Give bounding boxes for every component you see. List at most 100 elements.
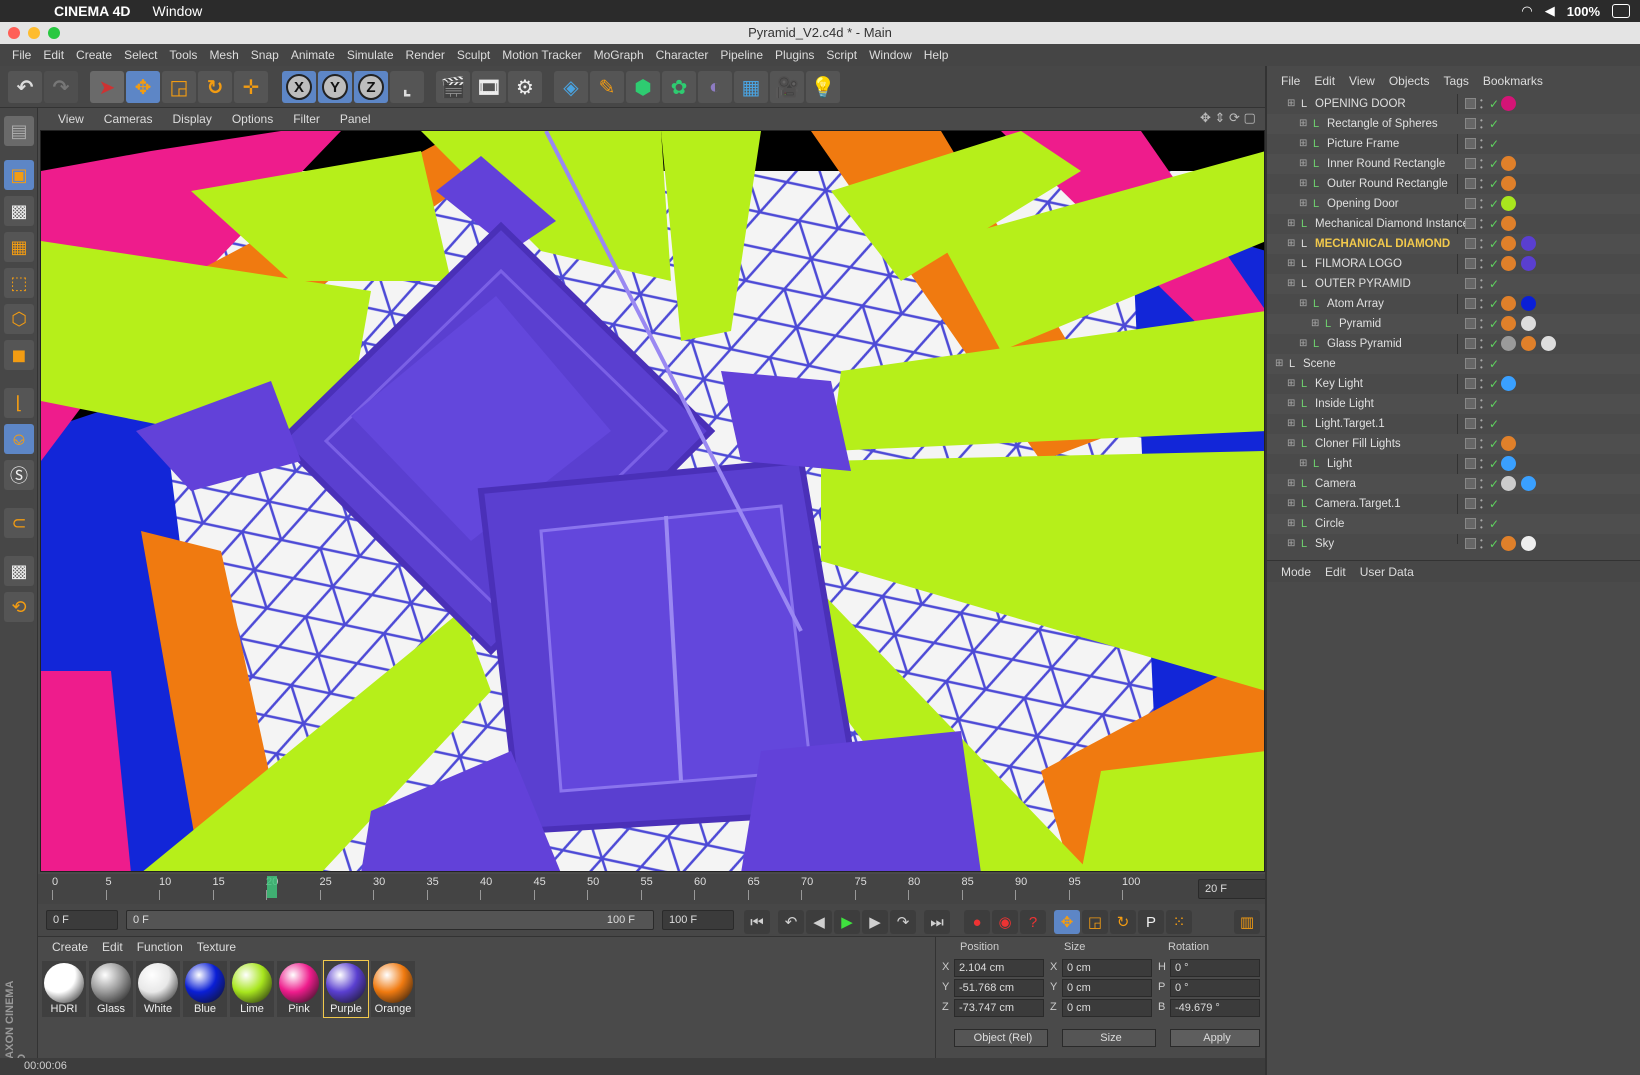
object-menu-file[interactable]: File xyxy=(1281,74,1300,88)
object-row[interactable]: ⊞ L Light.Target.1 • • ✓ xyxy=(1267,414,1640,434)
texture-mode-icon[interactable]: ▩ xyxy=(4,196,34,226)
object-tag-icon[interactable] xyxy=(1521,236,1536,251)
enabled-checkmark-icon[interactable]: ✓ xyxy=(1489,394,1499,414)
object-tag-icon[interactable] xyxy=(1501,156,1516,171)
end-frame-field[interactable]: 100 F xyxy=(662,910,734,930)
menu-pipeline[interactable]: Pipeline xyxy=(720,48,763,62)
menu-help[interactable]: Help xyxy=(924,48,949,62)
expand-toggle-icon[interactable]: ⊞ xyxy=(1287,434,1295,454)
editor-render-visibility-icon[interactable] xyxy=(1465,358,1476,369)
object-row[interactable]: ⊞ L Light • • ✓ xyxy=(1267,454,1640,474)
object-row[interactable]: ⊞ L Key Light • • ✓ xyxy=(1267,374,1640,394)
render-view-icon[interactable]: 🎬 xyxy=(436,71,470,103)
planar-workplane-icon[interactable]: ⟲ xyxy=(4,592,34,622)
enabled-checkmark-icon[interactable]: ✓ xyxy=(1489,434,1499,454)
material-swatch-lime[interactable]: Lime xyxy=(230,961,274,1017)
material-swatch-glass[interactable]: Glass xyxy=(89,961,133,1017)
size-mode-dropdown[interactable]: Size xyxy=(1062,1029,1156,1047)
layer-dots-icon[interactable]: • • xyxy=(1480,417,1483,432)
z-axis-lock-button[interactable]: Z xyxy=(354,71,388,103)
render-settings-icon[interactable]: ⚙ xyxy=(508,71,542,103)
rotate-tool-button[interactable]: ↻ xyxy=(198,71,232,103)
play-button[interactable]: ▶ xyxy=(834,910,860,934)
layer-dots-icon[interactable]: • • xyxy=(1480,317,1483,332)
current-frame-field[interactable]: 20 F xyxy=(1198,879,1268,899)
object-tag-icon[interactable] xyxy=(1501,436,1516,451)
layer-dots-icon[interactable]: • • xyxy=(1480,517,1483,532)
expand-toggle-icon[interactable]: ⊞ xyxy=(1287,394,1295,414)
menu-simulate[interactable]: Simulate xyxy=(347,48,394,62)
enabled-checkmark-icon[interactable]: ✓ xyxy=(1489,454,1499,474)
expand-toggle-icon[interactable]: ⊞ xyxy=(1287,534,1295,554)
expand-toggle-icon[interactable]: ⊞ xyxy=(1287,94,1295,114)
rotation-b-field[interactable]: -49.679 ° xyxy=(1170,999,1260,1017)
previous-key-button[interactable]: ↶ xyxy=(778,910,804,934)
enabled-checkmark-icon[interactable]: ✓ xyxy=(1489,314,1499,334)
undo-button[interactable]: ↶ xyxy=(8,71,42,103)
editor-render-visibility-icon[interactable] xyxy=(1465,338,1476,349)
expand-toggle-icon[interactable]: ⊞ xyxy=(1287,474,1295,494)
record-scale-icon[interactable]: ◲ xyxy=(1082,910,1108,934)
object-tag-icon[interactable] xyxy=(1501,96,1516,111)
object-tag-icon[interactable] xyxy=(1501,236,1516,251)
menu-character[interactable]: Character xyxy=(656,48,709,62)
expand-toggle-icon[interactable]: ⊞ xyxy=(1287,414,1295,434)
object-tag-icon[interactable] xyxy=(1521,476,1536,491)
object-tag-icon[interactable] xyxy=(1501,296,1516,311)
workplane-mode-icon[interactable]: ▦ xyxy=(4,232,34,262)
size-x-field[interactable]: 0 cm xyxy=(1062,959,1152,977)
object-row[interactable]: ⊞ L Cloner Fill Lights • • ✓ xyxy=(1267,434,1640,454)
enabled-checkmark-icon[interactable]: ✓ xyxy=(1489,154,1499,174)
x-axis-lock-button[interactable]: X xyxy=(282,71,316,103)
menu-window[interactable]: Window xyxy=(869,48,912,62)
menu-sculpt[interactable]: Sculpt xyxy=(457,48,490,62)
next-key-button[interactable]: ↷ xyxy=(890,910,916,934)
object-tag-icon[interactable] xyxy=(1521,316,1536,331)
record-rotation-icon[interactable]: ↻ xyxy=(1110,910,1136,934)
layer-dots-icon[interactable]: • • xyxy=(1480,117,1483,132)
editor-render-visibility-icon[interactable] xyxy=(1465,518,1476,529)
attribute-menu-user-data[interactable]: User Data xyxy=(1360,565,1414,579)
cloner-icon[interactable]: ✿ xyxy=(662,71,696,103)
expand-toggle-icon[interactable]: ⊞ xyxy=(1299,114,1307,134)
render-picture-viewer-icon[interactable]: 🎞 xyxy=(472,71,506,103)
expand-toggle-icon[interactable]: ⊞ xyxy=(1299,134,1307,154)
attribute-menu-mode[interactable]: Mode xyxy=(1281,565,1311,579)
battery-icon[interactable] xyxy=(1612,4,1630,18)
object-row[interactable]: ⊞ L Outer Round Rectangle • • ✓ xyxy=(1267,174,1640,194)
material-swatch-hdri[interactable]: HDRI xyxy=(42,961,86,1017)
previous-frame-button[interactable]: ◀ xyxy=(806,910,832,934)
layer-dots-icon[interactable]: • • xyxy=(1480,497,1483,512)
editor-render-visibility-icon[interactable] xyxy=(1465,398,1476,409)
editor-render-visibility-icon[interactable] xyxy=(1465,378,1476,389)
menu-create[interactable]: Create xyxy=(76,48,112,62)
layer-dots-icon[interactable]: • • xyxy=(1480,217,1483,232)
expand-toggle-icon[interactable]: ⊞ xyxy=(1299,334,1307,354)
enabled-checkmark-icon[interactable]: ✓ xyxy=(1489,334,1499,354)
rotation-p-field[interactable]: 0 ° xyxy=(1170,979,1260,997)
spline-pen-icon[interactable]: ✎ xyxy=(590,71,624,103)
light-icon[interactable]: 💡 xyxy=(806,71,840,103)
next-frame-button[interactable]: ▶ xyxy=(862,910,888,934)
viewport-menu-panel[interactable]: Panel xyxy=(340,112,371,126)
enabled-checkmark-icon[interactable]: ✓ xyxy=(1489,354,1499,374)
editor-render-visibility-icon[interactable] xyxy=(1465,158,1476,169)
solo-mode-icon[interactable]: Ⓢ xyxy=(4,460,34,490)
size-z-field[interactable]: 0 cm xyxy=(1062,999,1152,1017)
object-row[interactable]: ⊞ L MECHANICAL DIAMOND • • ✓ xyxy=(1267,234,1640,254)
object-row[interactable]: ⊞ L Camera • • ✓ xyxy=(1267,474,1640,494)
expand-toggle-icon[interactable]: ⊞ xyxy=(1299,194,1307,214)
material-swatch-white[interactable]: White xyxy=(136,961,180,1017)
material-swatch-blue[interactable]: Blue xyxy=(183,961,227,1017)
object-row[interactable]: ⊞ L Pyramid • • ✓ xyxy=(1267,314,1640,334)
y-axis-lock-button[interactable]: Y xyxy=(318,71,352,103)
object-tag-icon[interactable] xyxy=(1521,296,1536,311)
layer-dots-icon[interactable]: • • xyxy=(1480,337,1483,352)
minimize-window-button[interactable] xyxy=(28,27,40,39)
enabled-checkmark-icon[interactable]: ✓ xyxy=(1489,494,1499,514)
expand-toggle-icon[interactable]: ⊞ xyxy=(1299,294,1307,314)
object-tag-icon[interactable] xyxy=(1501,216,1516,231)
go-to-start-button[interactable]: ⏮ xyxy=(744,910,770,934)
object-tag-icon[interactable] xyxy=(1501,536,1516,551)
cube-primitive-icon[interactable]: ◈ xyxy=(554,71,588,103)
